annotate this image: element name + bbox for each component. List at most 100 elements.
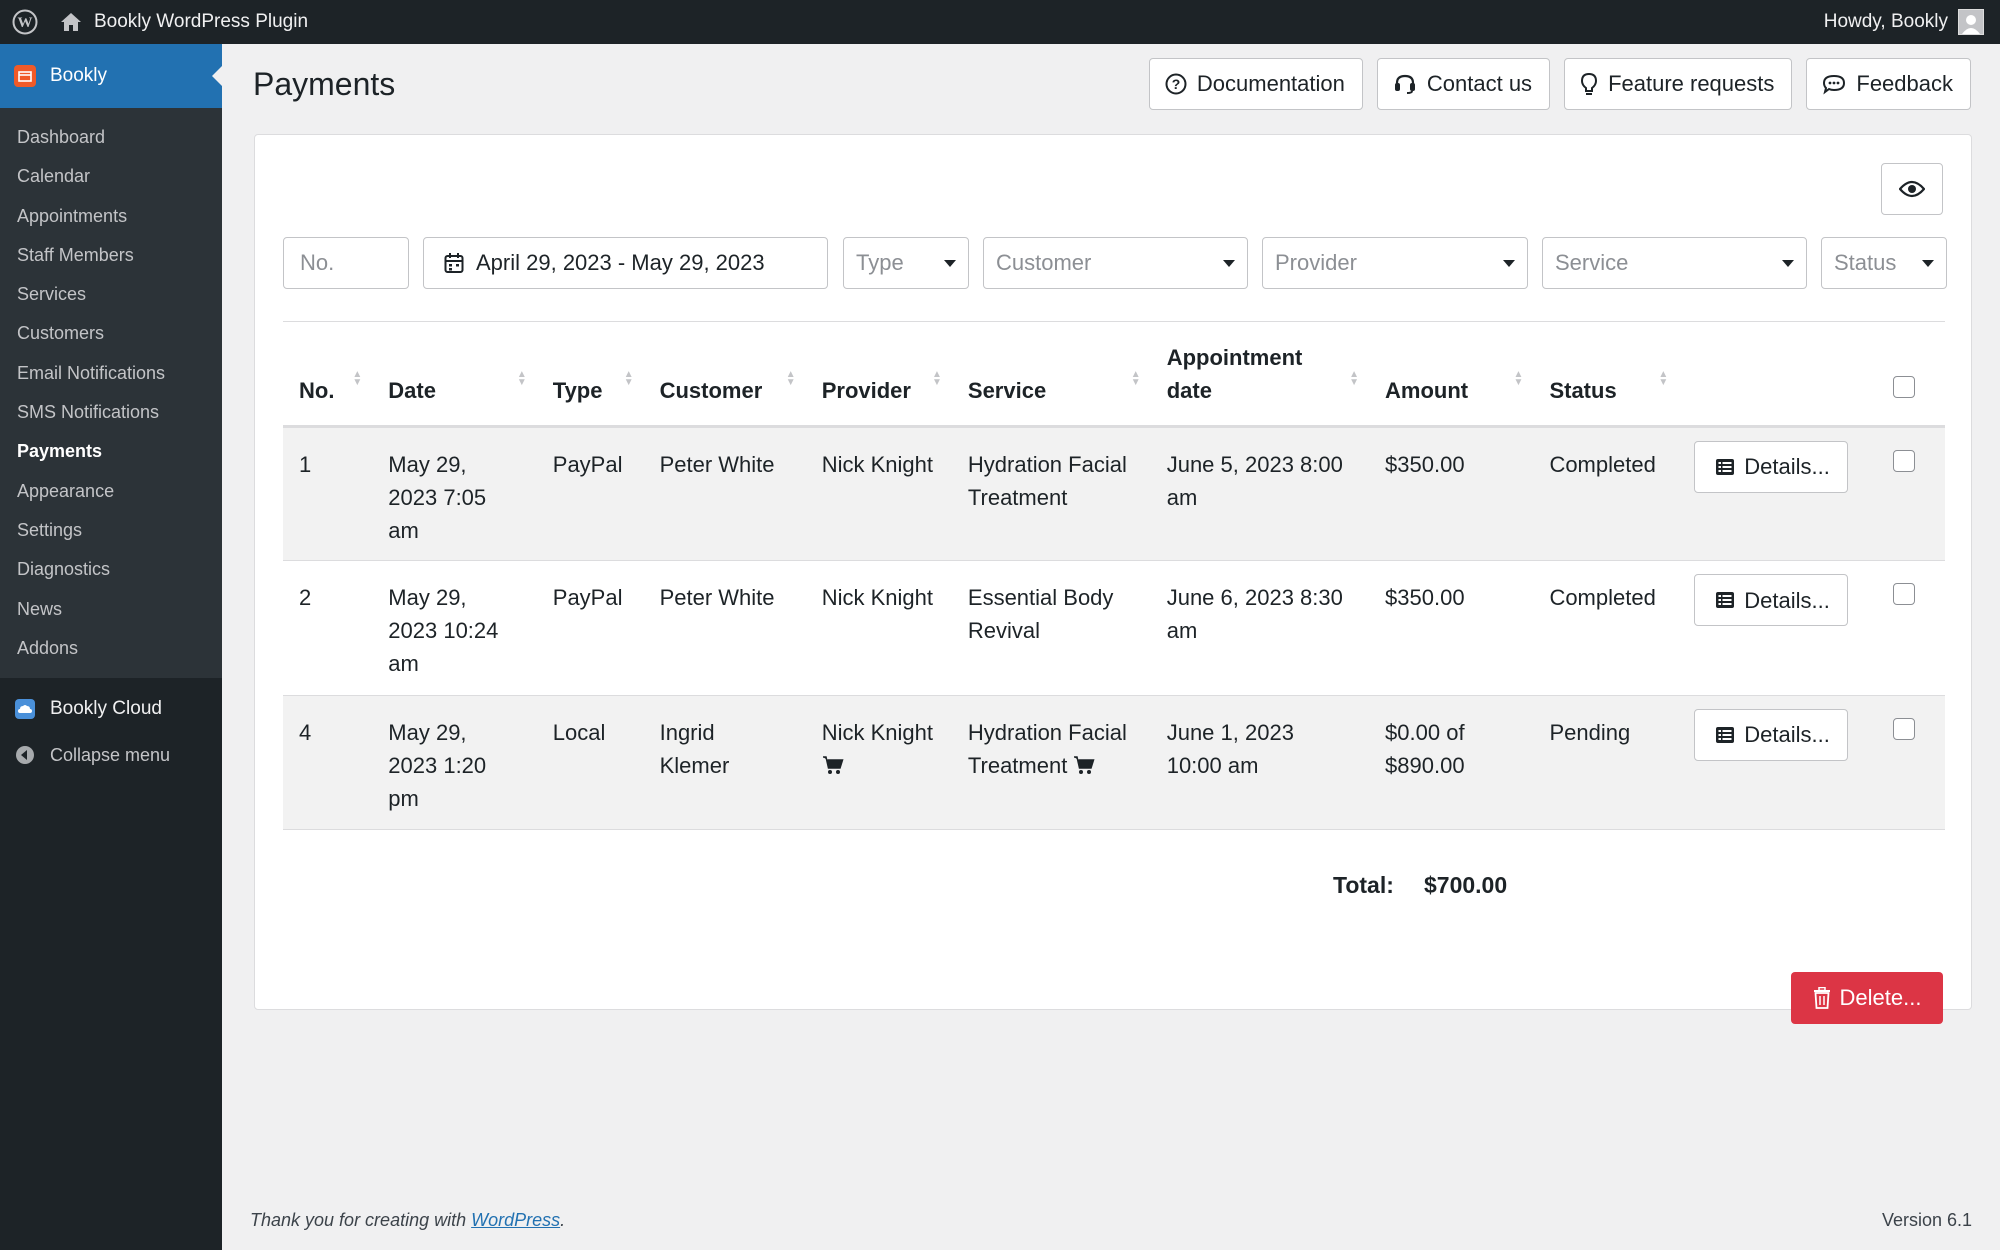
list-alt-icon xyxy=(1716,458,1735,475)
lightbulb-icon xyxy=(1581,72,1598,95)
documentation-button[interactable]: ? Documentation xyxy=(1148,58,1363,110)
status-filter-placeholder: Status xyxy=(1834,250,1897,275)
wordpress-logo-icon[interactable]: W xyxy=(3,0,47,44)
collapse-menu-button[interactable]: Collapse menu xyxy=(0,732,222,778)
chevron-down-icon xyxy=(944,260,956,267)
feature-requests-label: Feature requests xyxy=(1608,71,1775,96)
header-appointment-date[interactable]: Appointment date ▲ ▼ xyxy=(1151,323,1369,426)
sidebar-item-sms-notifications[interactable]: SMS Notifications xyxy=(0,393,222,432)
cell-customer: Ingrid Klemer xyxy=(659,719,730,778)
sidebar-item-appearance[interactable]: Appearance xyxy=(0,472,222,511)
sidebar-item-appointments[interactable]: Appointments xyxy=(0,197,222,236)
cell-appointment-date: June 6, 2023 8:30 am xyxy=(1166,585,1343,643)
sort-icon: ▲ ▼ xyxy=(1130,368,1141,388)
list-alt-icon xyxy=(1716,726,1735,743)
sidebar-item-settings[interactable]: Settings xyxy=(0,511,222,550)
question-circle-icon: ? xyxy=(1165,73,1187,95)
sort-icon: ▲ ▼ xyxy=(516,368,527,388)
type-filter-select[interactable]: Type xyxy=(843,237,969,289)
sidebar-item-staff-members[interactable]: Staff Members xyxy=(0,236,222,275)
feedback-button[interactable]: Feedback xyxy=(1806,58,1971,110)
cell-type: Local xyxy=(552,719,606,745)
delete-button[interactable]: Delete... xyxy=(1791,972,1943,1024)
list-alt-icon xyxy=(1716,592,1735,608)
feedback-label: Feedback xyxy=(1856,71,1953,96)
bookly-icon xyxy=(14,65,36,87)
cloud-icon xyxy=(14,698,36,720)
collapse-menu-label: Collapse menu xyxy=(50,744,171,765)
sidebar-item-addons[interactable]: Addons xyxy=(0,629,222,668)
sort-icon: ▲ ▼ xyxy=(785,368,796,388)
header-type[interactable]: Type ▲ ▼ xyxy=(537,323,644,426)
details-button[interactable]: Details... xyxy=(1694,574,1848,626)
cell-provider: Nick Knight xyxy=(821,451,933,477)
cell-date: May 29, 2023 10:24 am xyxy=(388,585,499,676)
cell-type: PayPal xyxy=(552,451,623,477)
wordpress-link[interactable]: WordPress xyxy=(471,1210,560,1230)
status-filter-select[interactable]: Status xyxy=(1821,237,1947,289)
admin-bar: W Bookly WordPress Plugin Howdy, Bookly xyxy=(0,0,2000,44)
row-checkbox[interactable] xyxy=(1893,583,1916,605)
payments-card: No. April 29, 2023 - May 29, 2023 Type C… xyxy=(254,134,1972,1024)
header-status[interactable]: Status ▲ ▼ xyxy=(1533,323,1678,426)
payments-table: No. ▲ ▼ Date ▲ ▼ Type ▲ ▼ Customer ▲ ▼ Provider ▲… xyxy=(283,323,1945,830)
cart-icon xyxy=(1074,755,1095,774)
header-provider[interactable]: Provider ▲ ▼ xyxy=(806,323,952,426)
details-button[interactable]: Details... xyxy=(1694,708,1848,761)
header-select-all xyxy=(1864,323,1945,426)
sidebar-item-customers[interactable]: Customers xyxy=(0,314,222,353)
sidebar-item-email-notifications[interactable]: Email Notifications xyxy=(0,354,222,393)
service-filter-select[interactable]: Service xyxy=(1542,237,1807,289)
sidebar-item-bookly[interactable]: Bookly xyxy=(0,44,222,108)
sort-icon: ▲ ▼ xyxy=(352,368,363,388)
cell-appointment-date: June 1, 2023 10:00 am xyxy=(1166,719,1294,778)
calendar-icon xyxy=(444,253,464,273)
cell-service: Hydration Facial Treatment xyxy=(967,451,1127,510)
sidebar-item-bookly-cloud[interactable]: Bookly Cloud xyxy=(0,686,222,732)
header-no[interactable]: No. ▲ ▼ xyxy=(283,323,372,426)
select-all-checkbox[interactable] xyxy=(1893,375,1916,398)
table-row: 4 May 29, 2023 1:20 pm Local Ingrid Klem… xyxy=(283,695,1945,830)
details-button[interactable]: Details... xyxy=(1694,440,1848,493)
column-visibility-button[interactable] xyxy=(1881,163,1943,215)
filters-bar: No. April 29, 2023 - May 29, 2023 Type C… xyxy=(283,237,1947,289)
footer-thanks: Thank you for creating with WordPress. xyxy=(250,1210,566,1230)
row-checkbox[interactable] xyxy=(1893,449,1916,472)
date-range-value: April 29, 2023 - May 29, 2023 xyxy=(476,250,765,275)
sidebar-item-dashboard[interactable]: Dashboard xyxy=(0,118,222,157)
header-date[interactable]: Date ▲ ▼ xyxy=(372,323,536,426)
no-filter-input[interactable]: No. xyxy=(283,237,409,289)
cell-amount: $350.00 xyxy=(1385,585,1465,610)
site-name-link[interactable]: Bookly WordPress Plugin xyxy=(60,0,308,44)
headset-icon xyxy=(1394,74,1415,94)
sidebar-item-services[interactable]: Services xyxy=(0,275,222,314)
contact-us-button[interactable]: Contact us xyxy=(1376,58,1551,110)
cell-amount: $0.00 of $890.00 xyxy=(1385,719,1465,778)
service-filter-placeholder: Service xyxy=(1555,250,1629,275)
svg-text:W: W xyxy=(18,15,33,31)
cell-appointment-date: June 5, 2023 8:00 am xyxy=(1166,451,1343,510)
sidebar-item-label: Bookly Cloud xyxy=(50,698,162,720)
header-customer[interactable]: Customer ▲ ▼ xyxy=(644,323,806,426)
header-amount[interactable]: Amount ▲ ▼ xyxy=(1369,323,1533,426)
row-checkbox[interactable] xyxy=(1893,717,1916,740)
collapse-arrow-icon xyxy=(14,744,36,766)
sort-icon: ▲ ▼ xyxy=(1513,368,1524,388)
sidebar-item-news[interactable]: News xyxy=(0,590,222,629)
cell-no: 4 xyxy=(299,719,312,745)
sidebar-item-payments[interactable]: Payments xyxy=(0,432,222,471)
cell-status: Completed xyxy=(1549,451,1656,477)
bookly-submenu: Dashboard Calendar Appointments Staff Me… xyxy=(0,108,222,679)
sort-icon: ▲ ▼ xyxy=(931,368,942,388)
service-name: Hydration Facial Treatment xyxy=(967,719,1127,778)
date-range-picker[interactable]: April 29, 2023 - May 29, 2023 xyxy=(423,237,828,289)
sidebar-item-calendar[interactable]: Calendar xyxy=(0,157,222,196)
provider-filter-select[interactable]: Provider xyxy=(1262,237,1528,289)
header-service[interactable]: Service ▲ ▼ xyxy=(952,323,1151,426)
customer-filter-select[interactable]: Customer xyxy=(983,237,1248,289)
sidebar-item-diagnostics[interactable]: Diagnostics xyxy=(0,550,222,589)
home-icon xyxy=(61,13,81,31)
account-menu[interactable]: Howdy, Bookly xyxy=(1824,9,1984,35)
comment-dots-icon xyxy=(1823,74,1846,95)
feature-requests-button[interactable]: Feature requests xyxy=(1564,58,1793,110)
